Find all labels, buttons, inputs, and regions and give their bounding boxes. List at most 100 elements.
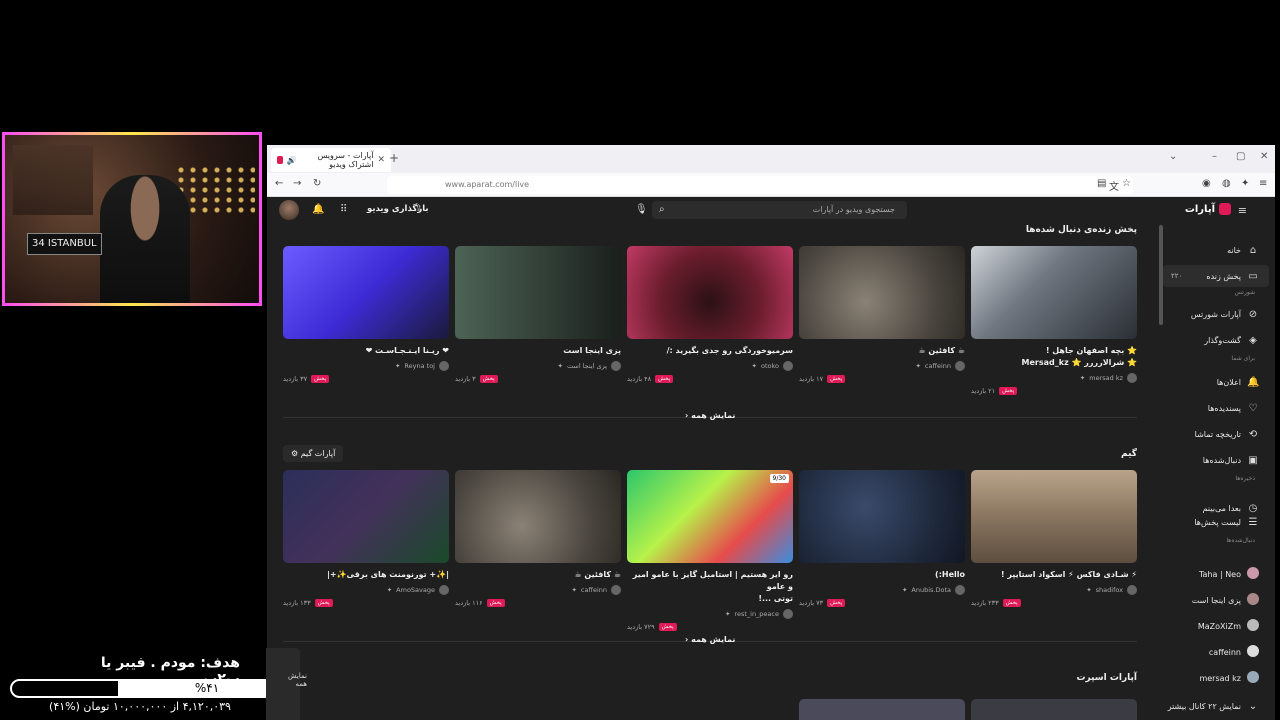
dock-show-all[interactable]: نمایش همه — [288, 672, 307, 688]
card-title[interactable]: ❤ ریـنا ایـنـجـاسـت ❤ — [283, 345, 449, 357]
sidebar-icon: ⌂ — [1249, 244, 1257, 256]
bookmark-star-icon[interactable]: ☆ — [1122, 178, 1131, 189]
sidebar-item[interactable]: تاریخچه تماشا ⟲ — [1157, 423, 1275, 445]
shield-icon[interactable]: ◍ — [1222, 178, 1231, 189]
channel-name: caffeinn — [924, 362, 951, 370]
live-thumbnail[interactable] — [971, 470, 1137, 563]
card-title[interactable]: ⚡ شـادی فاکس ⚡ اسکواد استایپر ! — [971, 569, 1137, 581]
card-title[interactable]: رو ایر هستیم | استامبل گایز با عامو امیر… — [627, 569, 793, 593]
live-thumbnail[interactable] — [627, 246, 793, 339]
sidebar-item[interactable]: گشت‌وگذار ◈ — [1157, 329, 1275, 351]
sidebar-item[interactable]: اعلان‌ها 🔔 — [1157, 371, 1275, 393]
webcam-plate: 34 ISTANBUL — [27, 233, 102, 255]
forward-icon[interactable]: → — [293, 178, 301, 189]
aparat-game-chip[interactable]: آپارات گیم ⚙ — [283, 445, 344, 462]
live-card[interactable]: ❤ ریـنا ایـنـجـاسـت ❤ ✦ Reyna toj پخش ۳۷ باز… — [283, 246, 449, 383]
card-title[interactable]: ☕ کافئین ☕ — [455, 569, 621, 581]
extensions-icon[interactable]: ✦ — [1241, 178, 1249, 189]
user-avatar[interactable] — [279, 200, 299, 220]
close-window-icon[interactable]: ✕ — [1260, 151, 1268, 162]
url-bar[interactable]: www.aparat.com/live — [387, 176, 1133, 194]
sidebar-scrollbar[interactable] — [1159, 225, 1163, 325]
maximize-icon[interactable]: ▢ — [1236, 151, 1245, 162]
card-stats: پخش ۱۷ بازدید — [799, 375, 965, 383]
card-channel[interactable]: ✦ rest_in_peace — [627, 609, 793, 619]
live-card[interactable]: پزی اینجا است ✦ پزی اینجا است پخش ۳ بازدید — [455, 246, 621, 383]
close-tab-icon[interactable]: ✕ — [377, 155, 385, 165]
live-thumbnail[interactable] — [455, 246, 621, 339]
card-title[interactable]: |✨+ تورنومنت های برقی✨+| — [283, 569, 449, 581]
sidebar-item[interactable]: لیست پخش‌ها ☰ — [1157, 511, 1275, 533]
card-channel[interactable]: ✦ otoko — [627, 361, 793, 371]
account-icon[interactable]: ◉ — [1202, 178, 1211, 189]
live-thumbnail[interactable] — [971, 246, 1137, 339]
menu-icon[interactable]: ≡ — [1259, 178, 1267, 189]
sidebar-item[interactable]: mersad kz — [1157, 667, 1275, 689]
card-channel[interactable]: ✦ shadifox — [971, 585, 1137, 595]
search-input[interactable]: جستجوی ویدیو در آپارات — [652, 201, 907, 219]
hamburger-icon[interactable]: ≡ — [1238, 204, 1247, 217]
live-thumbnail[interactable] — [283, 470, 449, 563]
sidebar-item[interactable]: caffeinn — [1157, 641, 1275, 663]
minimize-icon[interactable]: – — [1212, 151, 1217, 162]
show-all-button-1[interactable]: نمایش همه ‹ — [685, 411, 735, 420]
live-thumbnail[interactable] — [283, 246, 449, 339]
sidebar-item[interactable]: پزی اینجا است — [1157, 589, 1275, 611]
card-channel[interactable]: ✦ caffeinn — [455, 585, 621, 595]
card-title[interactable]: پزی اینجا است — [455, 345, 621, 357]
card-channel[interactable]: ✦ caffeinn — [799, 361, 965, 371]
sidebar-item[interactable]: آپارات شورتس ⊘ — [1157, 303, 1275, 325]
esport-thumb[interactable] — [799, 699, 965, 720]
live-card[interactable]: 9/30 رو ایر هستیم | استامبل گایز با عامو … — [627, 470, 793, 631]
new-tab-icon[interactable]: + — [389, 151, 399, 165]
sidebar-item[interactable]: پسندیده‌ها ♡ — [1157, 397, 1275, 419]
live-thumbnail[interactable] — [455, 470, 621, 563]
sidebar-item-label: دنبال‌شده‌ها — [1202, 455, 1241, 465]
live-card[interactable]: ☕ کافئین ☕ ✦ caffeinn پخش ۱۱۶ بازدید — [455, 470, 621, 607]
apps-grid-icon[interactable]: ⠿ — [340, 204, 347, 215]
sidebar-item[interactable]: MaZoXiZm — [1157, 615, 1275, 637]
card-channel[interactable]: ✦ AmoSavage — [283, 585, 449, 595]
speaker-icon[interactable]: 🔊 — [287, 156, 297, 165]
live-thumbnail[interactable]: 9/30 — [627, 470, 793, 563]
live-card[interactable]: ⭐ بچه اصفهان جاهل ! ⭐ شرالارررر ⭐ Mersad_… — [971, 246, 1137, 395]
list-tabs-icon[interactable]: ⌄ — [1169, 151, 1177, 162]
verified-icon: ✦ — [751, 362, 757, 370]
card-channel[interactable]: ✦ mersad kz — [971, 373, 1137, 383]
live-card[interactable]: ☕ کافئین ☕ ✦ caffeinn پخش ۱۷ بازدید — [799, 246, 965, 383]
show-all-button-2[interactable]: نمایش همه ‹ — [685, 635, 735, 644]
mic-icon[interactable]: 🎙 — [635, 204, 648, 215]
bell-icon[interactable]: 🔔 — [312, 204, 324, 215]
search-icon[interactable]: ⌕ — [659, 204, 665, 215]
avatar — [1247, 592, 1259, 605]
sidebar-item[interactable]: ۲۲۰ پخش زنده ▭ — [1163, 265, 1269, 287]
live-thumbnail[interactable] — [799, 246, 965, 339]
card-title[interactable]: سرمیوخوردگی رو جدی بگیرید :/ — [627, 345, 793, 357]
live-card[interactable]: |✨+ تورنومنت های برقی✨+| ✦ AmoSavage پخش ۱۳۳… — [283, 470, 449, 607]
live-thumbnail[interactable] — [799, 470, 965, 563]
live-card[interactable]: سرمیوخوردگی رو جدی بگیرید :/ ✦ otoko پخش ۴۸ … — [627, 246, 793, 383]
card-title-line2[interactable]: ⭐ شرالارررر ⭐ Mersad_kz — [971, 357, 1137, 369]
card-channel[interactable]: ✦ Anubis.Dota — [799, 585, 965, 595]
sidebar-item[interactable]: دنبال‌شده‌ها ▣ — [1157, 449, 1275, 471]
card-title-line2[interactable]: توتی ...! — [627, 593, 793, 605]
sidebar-item[interactable]: Taha | Neo — [1157, 563, 1275, 585]
aparat-logo[interactable]: آپارات — [1185, 203, 1231, 215]
esport-thumb[interactable] — [971, 699, 1137, 720]
translate-icon[interactable]: 文 — [1109, 178, 1119, 193]
card-title[interactable]: ⭐ بچه اصفهان جاهل ! — [971, 345, 1137, 357]
upload-icon[interactable]: ⇪ — [415, 204, 423, 214]
card-channel[interactable]: ✦ پزی اینجا است — [455, 361, 621, 371]
sidebar-item[interactable]: خانه ⌂ — [1157, 239, 1275, 261]
browser-tab[interactable]: ✕ آپارات - سرویس اشتراک ویدیو 🔊 — [271, 148, 391, 172]
back-icon[interactable]: ← — [275, 178, 283, 189]
live-card[interactable]: Hello:) ✦ Anubis.Dota پخش ۷۳ بازدید — [799, 470, 965, 607]
sidebar-item[interactable]: نمایش ۲۲ کانال بیشتر ⌄ — [1157, 695, 1275, 717]
card-channel[interactable]: ✦ Reyna toj — [283, 361, 449, 371]
card-title[interactable]: ☕ کافئین ☕ — [799, 345, 965, 357]
webcam-person — [100, 175, 190, 303]
reader-icon[interactable]: ▤ — [1097, 178, 1106, 189]
card-title[interactable]: Hello:) — [799, 569, 965, 581]
live-card[interactable]: ⚡ شـادی فاکس ⚡ اسکواد استایپر ! ✦ shadifox… — [971, 470, 1137, 607]
reload-icon[interactable]: ↻ — [313, 178, 321, 189]
